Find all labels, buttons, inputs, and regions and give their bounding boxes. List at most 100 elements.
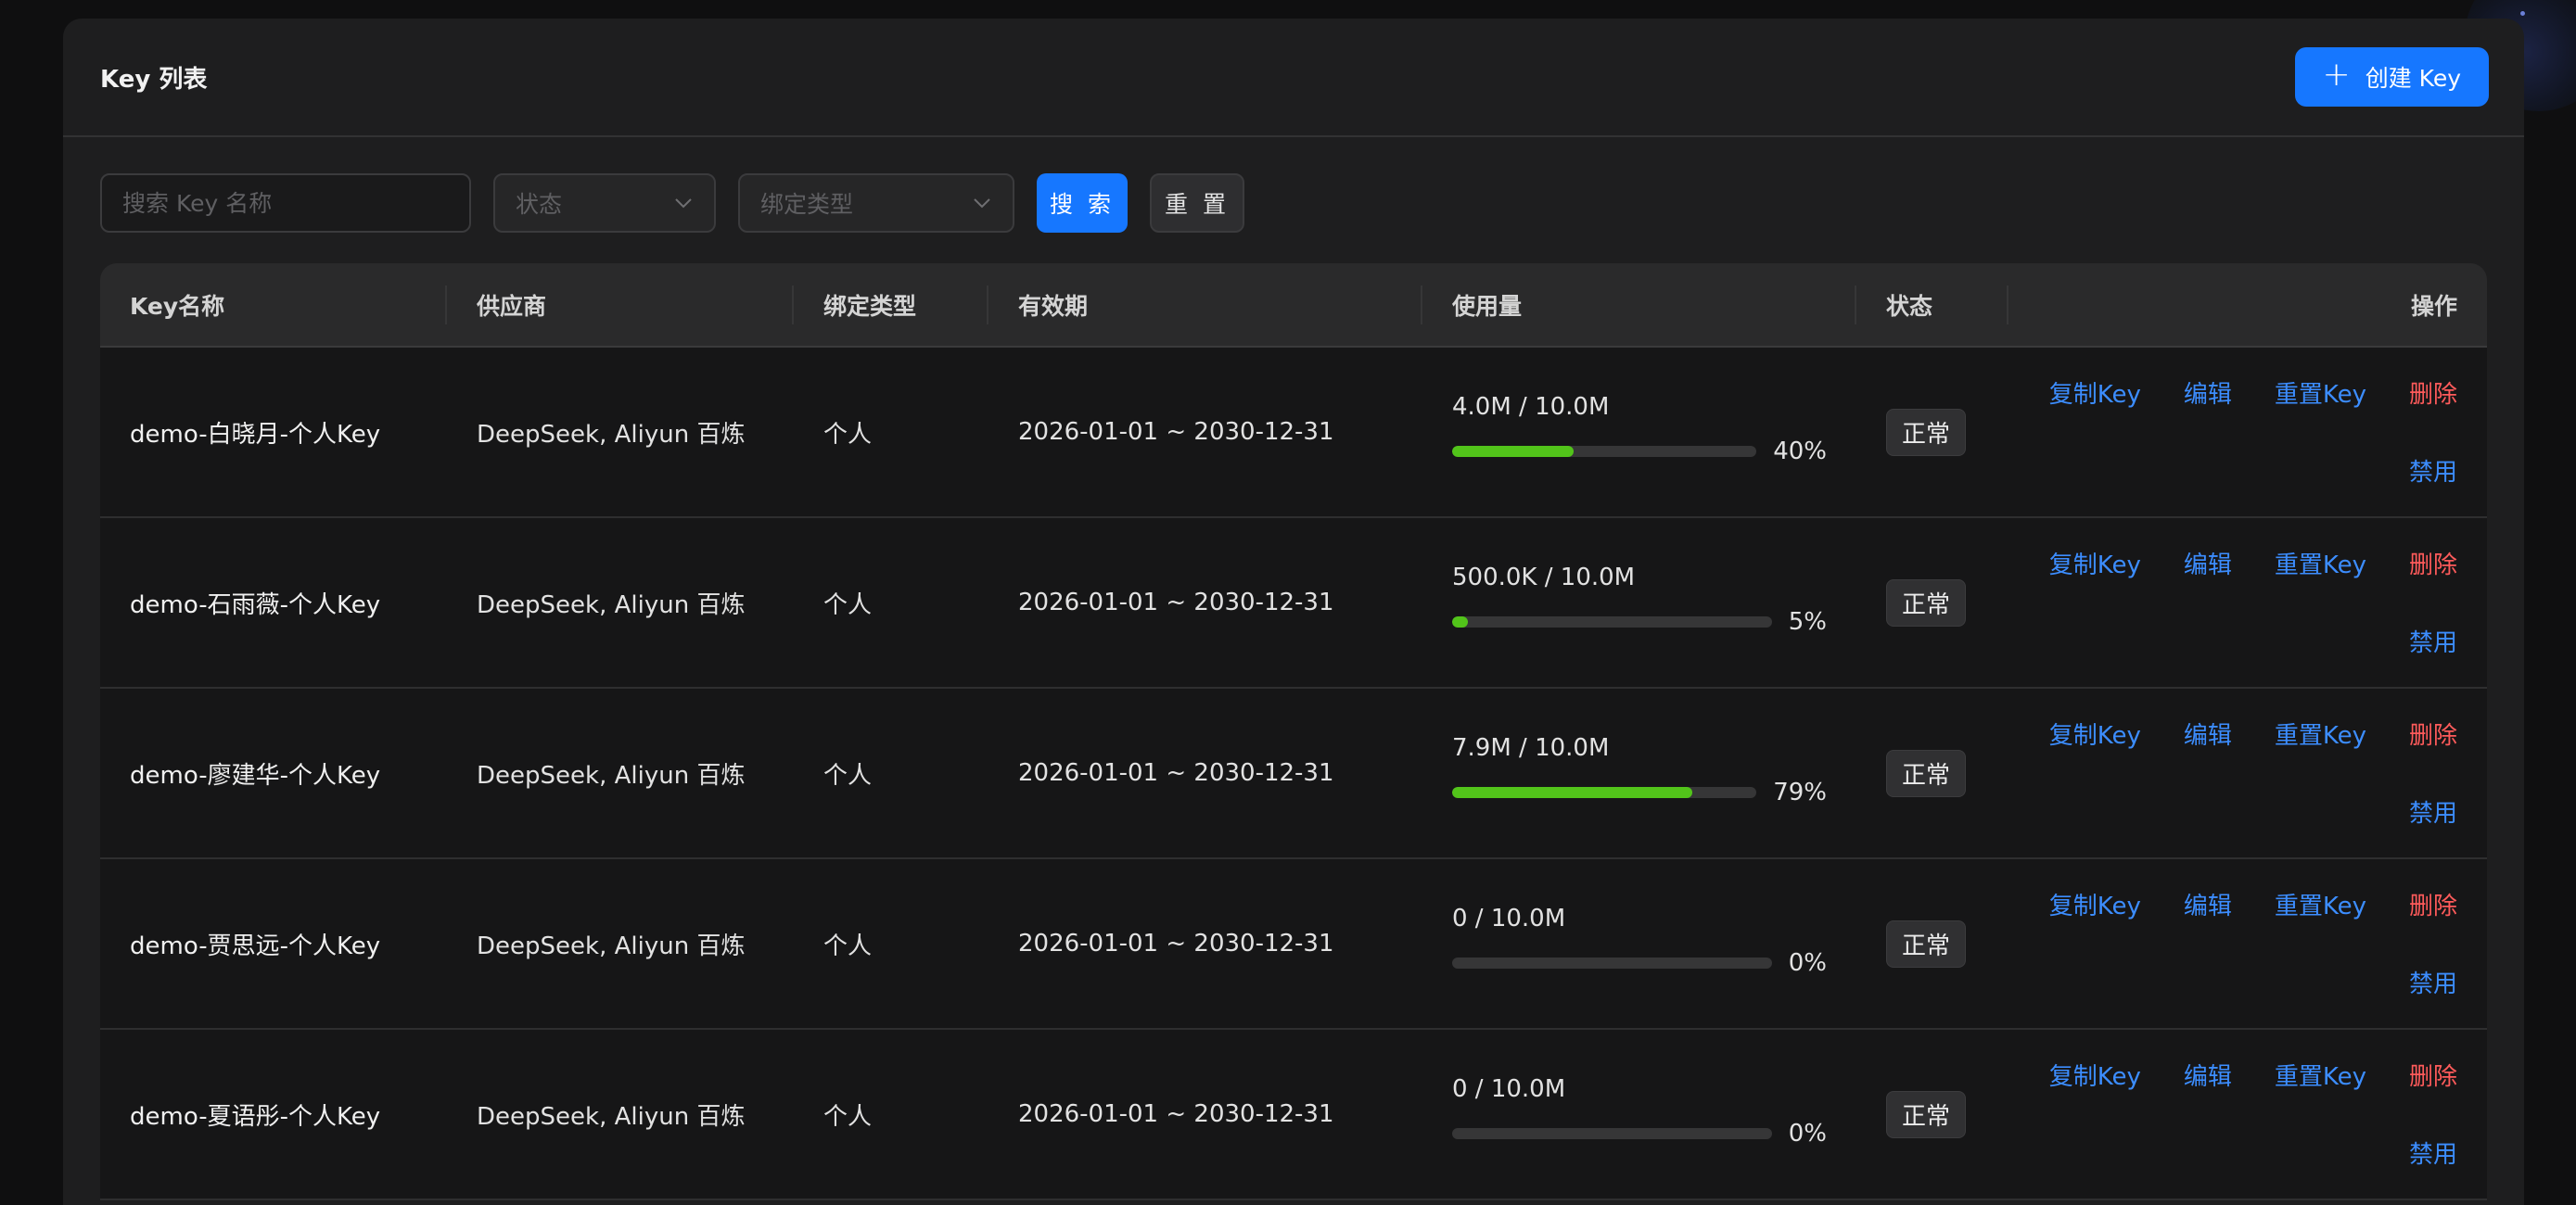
status-cell: 正常 bbox=[1856, 1029, 2009, 1200]
usage-text: 4.0M / 10.0M bbox=[1452, 393, 1610, 421]
key-name: demo-夏语彤-个人Key bbox=[100, 1029, 447, 1200]
reset-key-link[interactable]: 重置Key bbox=[2275, 546, 2366, 580]
column-header-status: 状态 bbox=[1856, 263, 2009, 348]
disable-link[interactable]: 禁用 bbox=[2409, 970, 2457, 998]
actions-cell: 复制Key 编辑 重置Key 删除 禁用 bbox=[2009, 517, 2487, 689]
edit-link[interactable]: 编辑 bbox=[2184, 375, 2232, 410]
reset-key-link[interactable]: 重置Key bbox=[2275, 1058, 2366, 1092]
table-row: demo-夏语彤-个人Key DeepSeek, Aliyun 百炼 个人 20… bbox=[100, 1029, 2487, 1200]
status-cell: 正常 bbox=[1856, 347, 2009, 518]
usage-text: 0 / 10.0M bbox=[1452, 1075, 1566, 1103]
progress-fill bbox=[1452, 787, 1693, 798]
disable-link[interactable]: 禁用 bbox=[2409, 800, 2457, 828]
provider: DeepSeek, Aliyun 百炼 bbox=[447, 688, 794, 859]
status-badge: 正常 bbox=[1886, 408, 1967, 456]
actions-row-secondary: 禁用 bbox=[2409, 794, 2457, 829]
copy-key-link[interactable]: 复制Key bbox=[2049, 546, 2141, 580]
actions-row: 复制Key 编辑 重置Key 删除 bbox=[2049, 375, 2457, 410]
disable-link[interactable]: 禁用 bbox=[2409, 459, 2457, 487]
edit-link[interactable]: 编辑 bbox=[2184, 1058, 2232, 1092]
usage-progress: 5% bbox=[1452, 608, 1827, 636]
usage-cell: 500.0K / 10.0M 5% bbox=[1422, 517, 1856, 689]
filter-bar: 状态 绑定类型 搜 索 重 置 bbox=[63, 139, 2524, 267]
progress-percent: 0% bbox=[1788, 1120, 1827, 1148]
key-name: demo-石雨薇-个人Key bbox=[100, 517, 447, 689]
copy-key-link[interactable]: 复制Key bbox=[2049, 1058, 2141, 1092]
status-select-placeholder: 状态 bbox=[516, 191, 563, 218]
bind-type: 个人 bbox=[794, 347, 988, 518]
chevron-down-icon bbox=[974, 198, 990, 209]
edit-link[interactable]: 编辑 bbox=[2184, 717, 2232, 751]
table-row: demo-石雨薇-个人Key DeepSeek, Aliyun 百炼 个人 20… bbox=[100, 517, 2487, 689]
copy-key-link[interactable]: 复制Key bbox=[2049, 717, 2141, 751]
create-key-label: 创建 Key bbox=[2365, 65, 2461, 92]
validity: 2026-01-01 ~ 2030-12-31 bbox=[988, 688, 1422, 859]
reset-key-link[interactable]: 重置Key bbox=[2275, 375, 2366, 410]
actions-row: 复制Key 编辑 重置Key 删除 bbox=[2049, 1058, 2457, 1092]
delete-link[interactable]: 删除 bbox=[2409, 375, 2457, 410]
usage-text: 7.9M / 10.0M bbox=[1452, 734, 1610, 762]
provider: DeepSeek, Aliyun 百炼 bbox=[447, 1029, 794, 1200]
delete-link[interactable]: 删除 bbox=[2409, 546, 2457, 580]
progress-track bbox=[1452, 958, 1772, 969]
actions-row: 复制Key 编辑 重置Key 删除 bbox=[2049, 717, 2457, 751]
reset-key-link[interactable]: 重置Key bbox=[2275, 887, 2366, 921]
decoration-dot bbox=[2520, 11, 2525, 16]
validity: 2026-01-01 ~ 2030-12-31 bbox=[988, 517, 1422, 689]
progress-track bbox=[1452, 1128, 1772, 1139]
search-input[interactable] bbox=[100, 173, 471, 233]
bind-type-select-placeholder: 绑定类型 bbox=[760, 191, 854, 218]
progress-fill bbox=[1452, 616, 1469, 628]
validity: 2026-01-01 ~ 2030-12-31 bbox=[988, 347, 1422, 518]
table-row: demo-廖建华-个人Key DeepSeek, Aliyun 百炼 个人 20… bbox=[100, 688, 2487, 859]
delete-link[interactable]: 删除 bbox=[2409, 887, 2457, 921]
key-name: demo-白晓月-个人Key bbox=[100, 347, 447, 518]
reset-button[interactable]: 重 置 bbox=[1150, 173, 1244, 233]
actions-cell: 复制Key 编辑 重置Key 删除 禁用 bbox=[2009, 688, 2487, 859]
copy-key-link[interactable]: 复制Key bbox=[2049, 887, 2141, 921]
usage-progress: 0% bbox=[1452, 949, 1827, 977]
disable-link[interactable]: 禁用 bbox=[2409, 629, 2457, 657]
actions-row: 复制Key 编辑 重置Key 删除 bbox=[2049, 546, 2457, 580]
bind-type-select[interactable]: 绑定类型 bbox=[738, 173, 1014, 233]
status-cell: 正常 bbox=[1856, 517, 2009, 689]
status-cell: 正常 bbox=[1856, 858, 2009, 1030]
card-header: Key 列表 + 创建 Key bbox=[63, 19, 2524, 137]
reset-key-link[interactable]: 重置Key bbox=[2275, 717, 2366, 751]
status-select[interactable]: 状态 bbox=[493, 173, 716, 233]
usage-progress: 79% bbox=[1452, 779, 1827, 806]
bind-type: 个人 bbox=[794, 517, 988, 689]
usage-cell: 4.0M / 10.0M 40% bbox=[1422, 347, 1856, 518]
delete-link[interactable]: 删除 bbox=[2409, 1058, 2457, 1092]
page-title: Key 列表 bbox=[100, 65, 208, 94]
edit-link[interactable]: 编辑 bbox=[2184, 887, 2232, 921]
status-badge: 正常 bbox=[1886, 920, 1967, 968]
plus-icon: + bbox=[2322, 56, 2351, 94]
actions-row-secondary: 禁用 bbox=[2409, 624, 2457, 658]
column-header-name: Key名称 bbox=[100, 263, 447, 348]
table-row: demo-贾思远-个人Key DeepSeek, Aliyun 百炼 个人 20… bbox=[100, 858, 2487, 1030]
usage-cell: 0 / 10.0M 0% bbox=[1422, 1029, 1856, 1200]
usage-text: 0 / 10.0M bbox=[1452, 905, 1566, 932]
chevron-down-icon bbox=[675, 198, 692, 209]
edit-link[interactable]: 编辑 bbox=[2184, 546, 2232, 580]
copy-key-link[interactable]: 复制Key bbox=[2049, 375, 2141, 410]
key-name: demo-廖建华-个人Key bbox=[100, 688, 447, 859]
usage-text: 500.0K / 10.0M bbox=[1452, 564, 1636, 591]
provider: DeepSeek, Aliyun 百炼 bbox=[447, 347, 794, 518]
validity: 2026-01-01 ~ 2030-12-31 bbox=[988, 1029, 1422, 1200]
create-key-button[interactable]: + 创建 Key bbox=[2294, 47, 2489, 107]
page: Key 列表 + 创建 Key 状态 绑定类型 搜 索 重 置 bbox=[0, 0, 2576, 1205]
status-badge: 正常 bbox=[1886, 578, 1967, 627]
delete-link[interactable]: 删除 bbox=[2409, 717, 2457, 751]
table-header-row: Key名称 供应商 绑定类型 有效期 使用量 状态 操作 bbox=[100, 263, 2487, 348]
validity: 2026-01-01 ~ 2030-12-31 bbox=[988, 858, 1422, 1030]
usage-cell: 7.9M / 10.0M 79% bbox=[1422, 688, 1856, 859]
progress-track bbox=[1452, 446, 1757, 457]
search-button[interactable]: 搜 索 bbox=[1037, 173, 1128, 233]
disable-link[interactable]: 禁用 bbox=[2409, 1141, 2457, 1169]
key-list-card: Key 列表 + 创建 Key 状态 绑定类型 搜 索 重 置 bbox=[63, 19, 2524, 1205]
bind-type: 个人 bbox=[794, 1029, 988, 1200]
column-header-provider: 供应商 bbox=[447, 263, 794, 348]
actions-row-secondary: 禁用 bbox=[2409, 1135, 2457, 1170]
